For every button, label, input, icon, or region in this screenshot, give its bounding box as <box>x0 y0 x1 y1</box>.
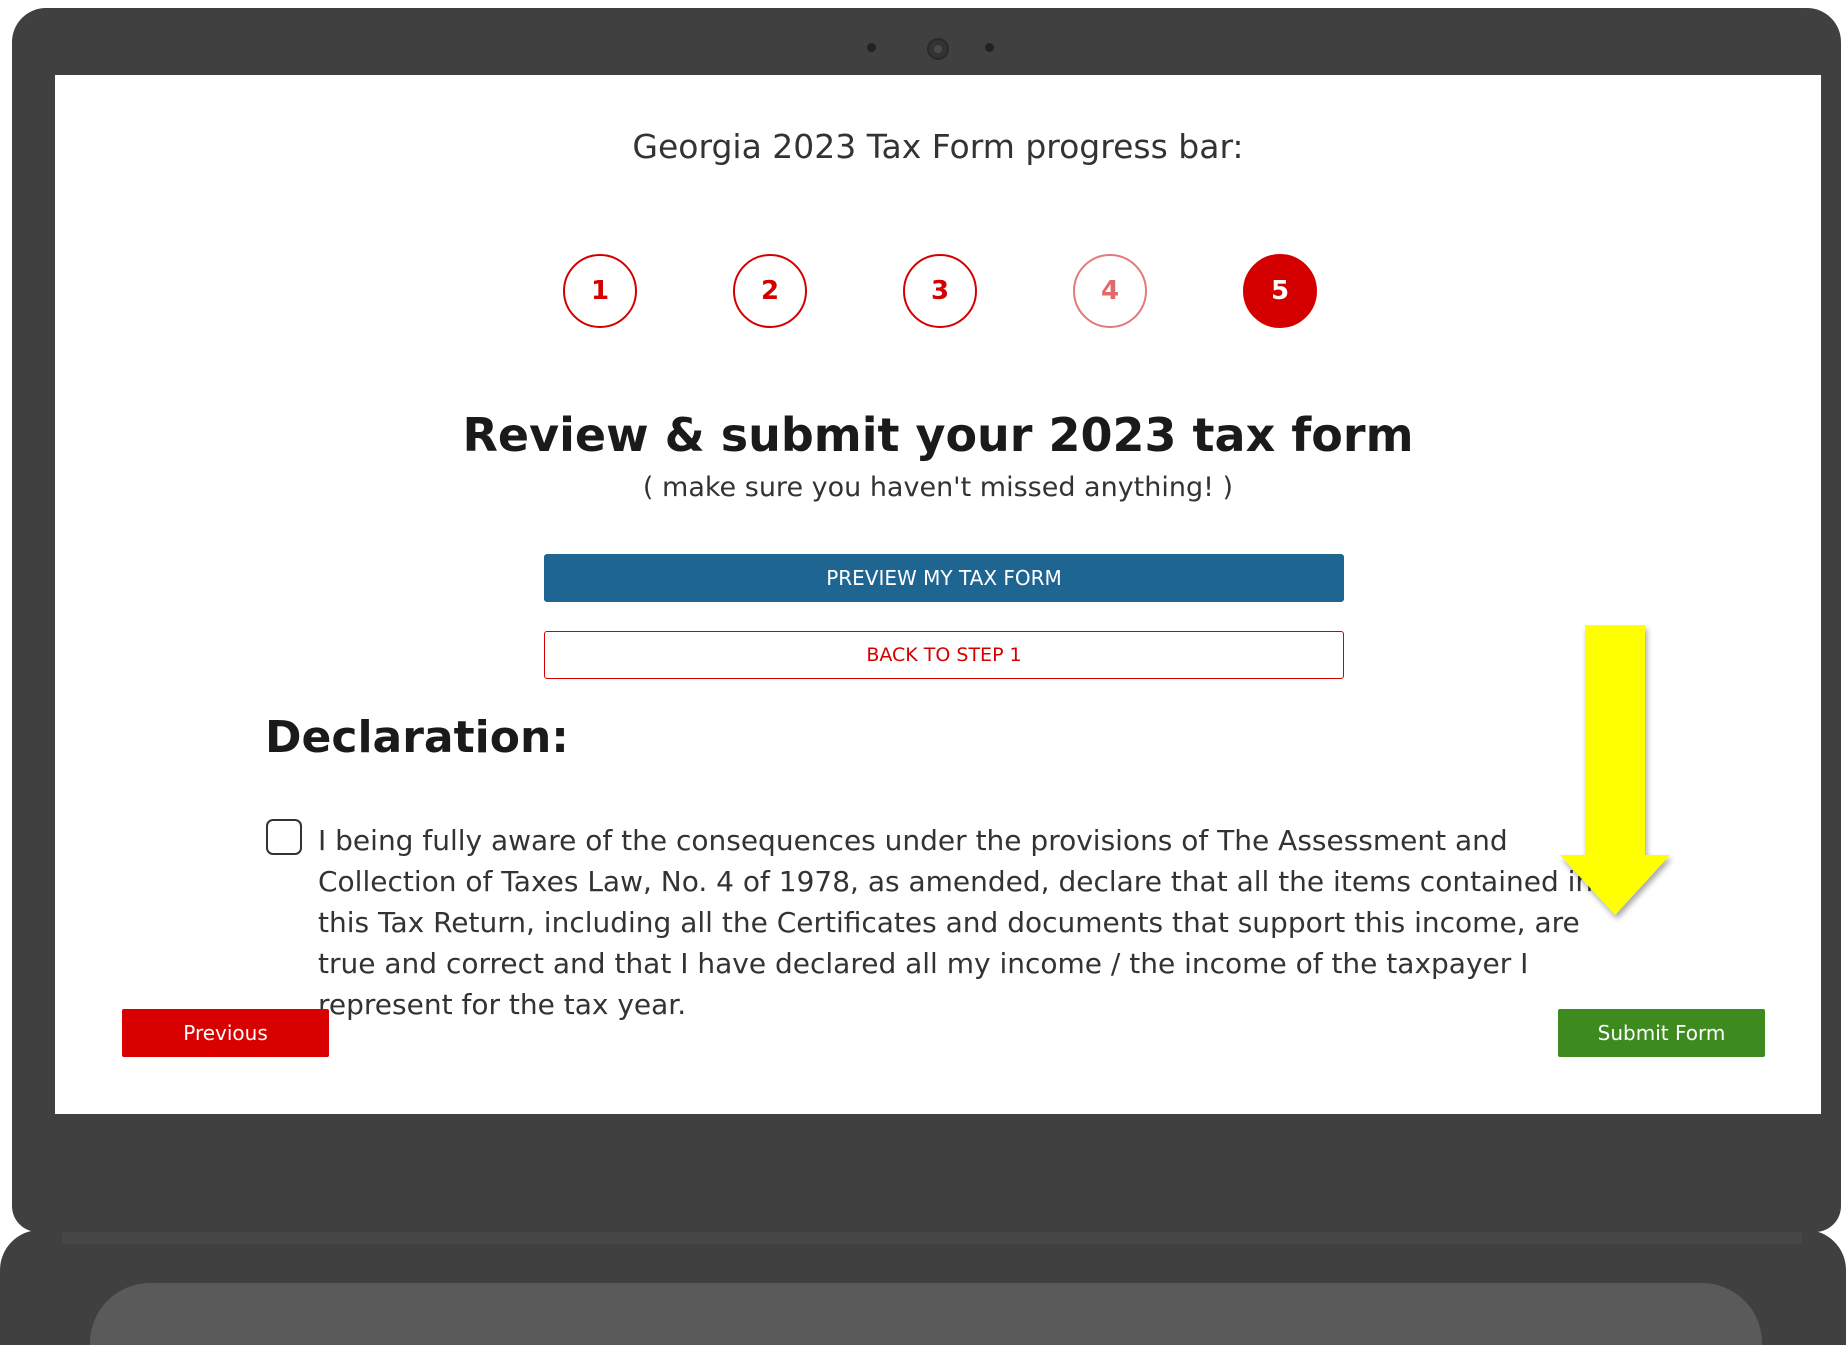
sensor-dot-left <box>867 43 876 52</box>
step-1[interactable]: 1 <box>563 254 637 328</box>
laptop-lid: Georgia 2023 Tax Form progress bar: 1 2 … <box>12 8 1841 1232</box>
step-4[interactable]: 4 <box>1073 254 1147 328</box>
back-to-step-1-button[interactable]: BACK TO STEP 1 <box>544 631 1344 679</box>
progress-title: Georgia 2023 Tax Form progress bar: <box>632 127 1244 166</box>
step-2[interactable]: 2 <box>733 254 807 328</box>
laptop-hinge <box>62 1232 1802 1244</box>
down-arrow-icon <box>1560 625 1670 915</box>
step-3[interactable]: 3 <box>903 254 977 328</box>
declaration-heading: Declaration: <box>265 712 569 763</box>
screen: Georgia 2023 Tax Form progress bar: 1 2 … <box>55 75 1821 1114</box>
sensor-dot-right <box>985 43 994 52</box>
laptop-mockup: Georgia 2023 Tax Form progress bar: 1 2 … <box>0 0 1846 1345</box>
preview-tax-form-button[interactable]: PREVIEW MY TAX FORM <box>544 554 1344 602</box>
step-5-current[interactable]: 5 <box>1243 254 1317 328</box>
laptop-deck <box>90 1283 1762 1345</box>
submit-form-button[interactable]: Submit Form <box>1558 1009 1765 1057</box>
page-subtitle: ( make sure you haven't missed anything!… <box>642 472 1234 503</box>
declaration-text: I being fully aware of the consequences … <box>318 824 1594 1021</box>
declaration-checkbox[interactable] <box>266 819 302 855</box>
progress-steps: 1 2 3 4 5 <box>563 254 1323 334</box>
webcam-icon <box>927 38 949 60</box>
page-title: Review & submit your 2023 tax form <box>462 408 1414 462</box>
previous-button[interactable]: Previous <box>122 1009 329 1057</box>
